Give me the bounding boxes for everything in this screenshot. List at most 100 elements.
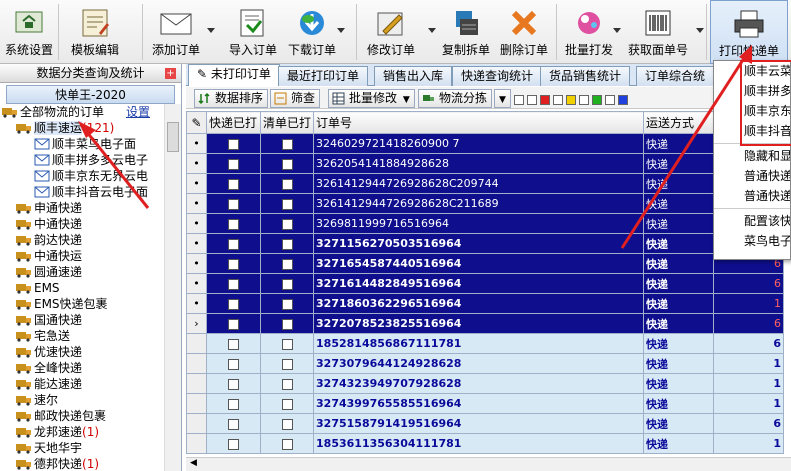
tree-item[interactable]: 中通快运 <box>0 248 164 264</box>
toolbar-button-template-edit[interactable]: 模板编辑 <box>64 0 126 64</box>
add-order-dropdown[interactable] <box>207 28 215 33</box>
table-row[interactable]: • 3262054141884928628 快递 <box>186 153 785 174</box>
table-row[interactable]: 3273079644124928628 快递 1 <box>186 353 785 374</box>
checkbox[interactable] <box>228 278 239 290</box>
checkbox[interactable] <box>281 258 293 270</box>
express-printed-checkbox[interactable] <box>206 413 261 434</box>
toolbar-button-copy-split[interactable]: 复制拆单 <box>438 0 494 64</box>
checkbox[interactable] <box>228 378 239 390</box>
grid-horizontal-scrollbar[interactable]: ◀ <box>186 457 791 471</box>
tab-5[interactable]: 订单综合统 <box>636 66 715 86</box>
checkbox[interactable] <box>281 198 293 210</box>
list-printed-checkbox[interactable] <box>259 153 315 174</box>
checkbox[interactable] <box>281 278 293 290</box>
flag-white-icon[interactable] <box>514 94 524 105</box>
checkbox[interactable] <box>281 238 293 250</box>
tree-item[interactable]: 德邦快递(1) <box>0 456 164 471</box>
express-printed-checkbox[interactable] <box>206 233 261 254</box>
header-express-printed[interactable]: 快递已打 <box>206 111 261 134</box>
tab-1[interactable]: 最近打印订单 <box>278 66 369 86</box>
tab-0[interactable]: ✎ 未打印订单 <box>188 64 280 86</box>
flag-checkbox-icon[interactable] <box>527 94 537 105</box>
header-order-no[interactable]: 订单号 <box>313 111 645 134</box>
batch-edit-button[interactable]: 批量修改 ▼ <box>328 89 415 108</box>
list-printed-checkbox[interactable] <box>259 433 315 454</box>
checkbox[interactable] <box>281 298 293 310</box>
print-menu-item[interactable]: 菜鸟电子 <box>714 231 790 251</box>
checkbox[interactable] <box>228 298 239 310</box>
express-printed-checkbox[interactable] <box>206 313 261 334</box>
tree-item[interactable]: 邮政快递包裹 <box>0 408 164 424</box>
flag-checkbox-icon[interactable] <box>553 94 563 105</box>
print-menu-item[interactable]: 顺丰京东 <box>714 101 790 121</box>
list-printed-checkbox[interactable] <box>259 133 315 154</box>
tree-root[interactable]: 全部物流的订单 设置 <box>0 104 164 120</box>
flag-blue-icon[interactable] <box>618 94 628 105</box>
checkbox[interactable] <box>228 338 239 350</box>
print-menu-item[interactable]: 顺丰抖音 <box>714 121 790 141</box>
tree-item[interactable]: 速尔 <box>0 392 164 408</box>
tree-item[interactable]: 顺丰京东无界云电 <box>0 168 164 184</box>
checkbox[interactable] <box>228 358 239 370</box>
checkbox[interactable] <box>228 418 239 430</box>
toolbar-button-batch-print[interactable]: 批量打发 <box>560 0 618 64</box>
print-menu-item[interactable]: 配置该快 <box>714 211 790 231</box>
checkbox[interactable] <box>228 438 239 450</box>
print-menu-item[interactable]: 普通快递 <box>714 166 790 186</box>
table-row[interactable]: 1853611356304111781 快递 1 <box>186 433 785 454</box>
checkbox[interactable] <box>281 398 293 410</box>
checkbox[interactable] <box>281 338 293 350</box>
header-list-printed[interactable]: 清单已打 <box>259 111 315 134</box>
list-printed-checkbox[interactable] <box>259 373 315 394</box>
list-printed-checkbox[interactable] <box>259 173 315 194</box>
checkbox[interactable] <box>228 138 239 150</box>
toolbar-button-download-order[interactable]: 下载订单 <box>285 0 339 64</box>
checkbox[interactable] <box>281 138 293 150</box>
checkbox[interactable] <box>281 378 293 390</box>
checkbox[interactable] <box>228 158 239 170</box>
checkbox[interactable] <box>228 318 239 330</box>
table-row[interactable]: • 3271654587440516964 快递 6 <box>186 253 785 274</box>
list-printed-checkbox[interactable] <box>259 193 315 214</box>
list-printed-checkbox[interactable] <box>259 333 315 354</box>
checkbox[interactable] <box>228 218 239 230</box>
sort-button[interactable]: 数据排序 <box>194 89 269 108</box>
checkbox[interactable] <box>228 178 239 190</box>
list-printed-checkbox[interactable] <box>259 413 315 434</box>
checkbox[interactable] <box>228 238 239 250</box>
checkbox[interactable] <box>281 158 293 170</box>
table-row[interactable]: • 3269811999716516964 快递 <box>186 213 785 234</box>
tree-item[interactable]: 优速快递 <box>0 344 164 360</box>
checkbox[interactable] <box>281 178 293 190</box>
toolbar-button-printer[interactable]: 打印快递单 <box>710 0 788 64</box>
table-row[interactable]: › 3272078523825516964 快递 6 <box>186 313 785 334</box>
print-menu-item[interactable]: 顺丰云菜 <box>714 61 790 81</box>
table-row[interactable]: • 3261412944726928628C209744 快递 <box>186 173 785 194</box>
header-shipping-method[interactable]: 运送方式 <box>643 111 715 134</box>
list-printed-checkbox[interactable] <box>259 313 315 334</box>
toolbar-button-edit-order[interactable]: 修改订单 <box>360 0 422 64</box>
toolbar-button-delete-order[interactable]: 删除订单 <box>496 0 552 64</box>
tab-4[interactable]: 货品销售统计 <box>540 66 631 86</box>
express-printed-checkbox[interactable] <box>206 173 261 194</box>
checkbox[interactable] <box>281 218 293 230</box>
split-dropdown[interactable]: ▼ <box>494 89 511 108</box>
table-row[interactable]: • 3271614482849516964 快递 6 <box>186 273 785 294</box>
toolbar-button-system-settings[interactable]: 系统设置 <box>2 0 56 64</box>
tab-3[interactable]: 快递查询统计 <box>452 66 543 86</box>
tree-item[interactable]: EMS快递包裹 <box>0 296 164 312</box>
get-waybill-dropdown[interactable] <box>696 28 704 33</box>
shop-selector[interactable]: 快单王-2020 <box>6 85 175 104</box>
express-printed-checkbox[interactable] <box>206 333 261 354</box>
checkbox[interactable] <box>228 258 239 270</box>
express-printed-checkbox[interactable] <box>206 213 261 234</box>
checkbox[interactable] <box>281 438 293 450</box>
list-printed-checkbox[interactable] <box>259 273 315 294</box>
express-printed-checkbox[interactable] <box>206 393 261 414</box>
tree-item[interactable]: 能达速递 <box>0 376 164 392</box>
print-menu-item[interactable]: 普通快递 <box>714 186 790 206</box>
list-printed-checkbox[interactable] <box>259 213 315 234</box>
list-printed-checkbox[interactable] <box>259 293 315 314</box>
list-printed-checkbox[interactable] <box>259 253 315 274</box>
table-row[interactable]: 1852814856867111781 快递 6 <box>186 333 785 354</box>
